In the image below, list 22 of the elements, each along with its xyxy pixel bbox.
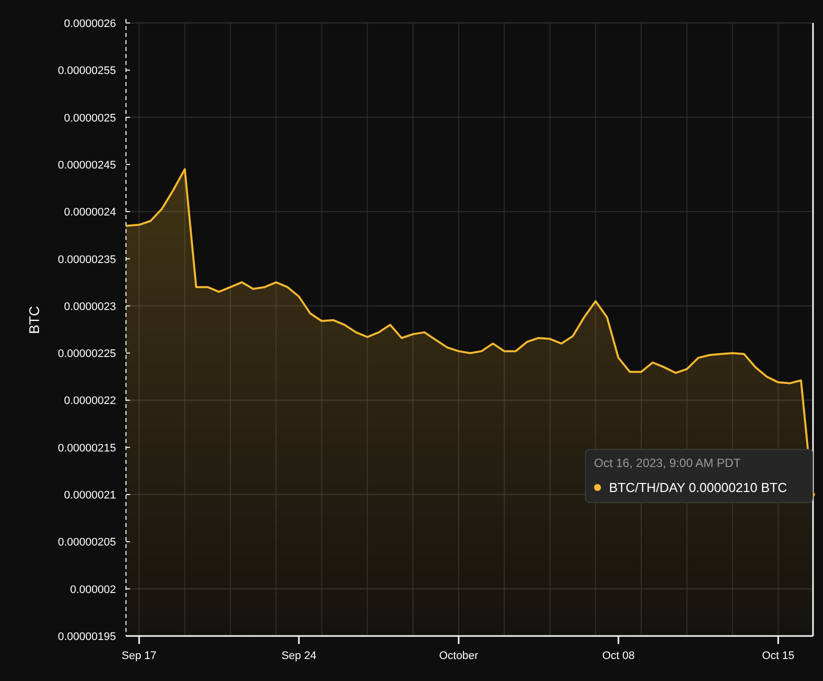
y-tick-label: 0.0000023 [64,300,116,313]
y-tick-label: 0.0000024 [64,206,116,219]
y-tick-label: 0.00000245 [58,159,116,172]
y-tick-label: 0.00000255 [58,65,116,78]
x-tick-label: October [439,650,478,662]
x-tick-label: Oct 08 [602,650,635,662]
y-tick-label: 0.0000025 [64,112,116,124]
y-tick-label: 0.000002 [70,584,116,596]
x-tick-label: Oct 15 [762,650,794,662]
y-tick-label: 0.00000205 [58,536,116,549]
y-tick-label: 0.0000026 [64,18,116,30]
y-tick-label: 0.00000215 [58,442,116,454]
tooltip-value: BTC/TH/DAY 0.00000210 BTC [609,480,787,495]
y-tick-label: 0.00000195 [58,631,116,643]
tooltip-title: Oct 16, 2023, 9:00 AM PDT [594,455,742,471]
x-tick-label: Sep 17 [122,650,157,662]
y-tick-label: 0.00000235 [58,254,116,266]
x-tick-label: Sep 24 [281,650,316,662]
y-tick-label: 0.0000022 [64,395,116,408]
y-axis-title: BTC [26,306,42,334]
y-tick-label: 0.00000225 [58,348,116,360]
y-tick-label: 0.0000021 [64,490,116,502]
